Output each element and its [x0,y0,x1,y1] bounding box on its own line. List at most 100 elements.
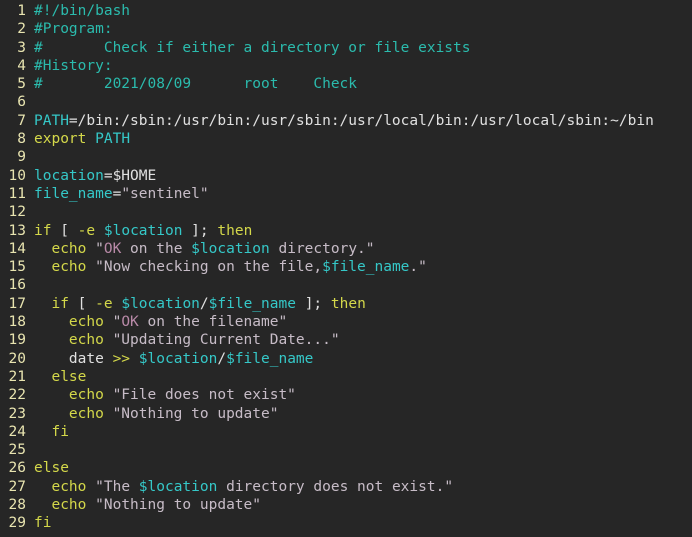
code-line[interactable]: 3 # Check if either a directory or file e… [0,39,692,57]
code-line-content[interactable]: echo "OK on the $location directory." [26,240,692,258]
code-line[interactable]: 15 echo "Now checking on the file,$file_… [0,258,692,276]
code-line[interactable]: 1 #!/bin/bash [0,2,692,20]
code-line-content[interactable]: echo "The $location directory does not e… [26,478,692,496]
code-line[interactable]: 5 # 2021/08/09 root Check [0,75,692,93]
code-line-content[interactable]: file_name="sentinel" [26,185,692,203]
line-number: 18 [8,314,26,331]
code-token: # 2021/08/09 root Check [34,76,358,93]
line-number: 3 [17,39,26,56]
code-line[interactable]: 26 else [0,459,692,477]
code-line-content[interactable]: echo "OK on the filename" [26,313,692,331]
code-line-content[interactable] [26,203,692,221]
code-token: OK [121,314,139,331]
code-line-content[interactable]: export PATH [26,130,692,148]
code-line-content[interactable] [26,93,692,111]
code-lines-container[interactable]: 1 #!/bin/bash 2 #Program: 3 # Check if either… [0,2,692,533]
code-line-content[interactable]: date >> $location/$file_name [26,350,692,368]
code-line-content[interactable]: echo "File does not exist" [26,386,692,404]
code-line[interactable]: 14 echo "OK on the $location directory." [0,240,692,258]
code-line-content[interactable]: #History: [26,57,692,75]
line-number: 12 [8,204,26,221]
line-number: 14 [8,240,26,257]
code-line-content[interactable]: #Program: [26,20,692,38]
line-number: 17 [8,295,26,312]
code-line-content[interactable]: if [ -e $location/$file_name ]; then [26,295,692,313]
code-line[interactable]: 19 echo "Updating Current Date..." [0,331,692,349]
code-token: " [112,314,122,331]
code-token: ]; [295,295,331,312]
code-line-content[interactable] [26,441,692,459]
code-line-content[interactable]: fi [26,423,692,441]
code-line[interactable]: 9 [0,148,692,166]
code-line-content[interactable] [26,276,692,294]
code-token: [ [51,222,78,239]
line-number: 23 [8,405,26,422]
code-line-content[interactable]: location=$HOME [26,167,692,185]
code-line[interactable]: 11 file_name="sentinel" [0,185,692,203]
code-line[interactable]: 16 [0,276,692,294]
code-line[interactable]: 28 echo "Nothing to update" [0,496,692,514]
code-line-content[interactable]: fi [26,514,692,532]
line-number: 22 [8,387,26,404]
line-number: 11 [8,185,26,202]
code-line[interactable]: 8 export PATH [0,130,692,148]
code-line[interactable]: 2 #Program: [0,20,692,38]
code-line-content[interactable]: else [26,459,692,477]
code-token: directory." [269,240,375,257]
line-number: 7 [17,112,26,129]
code-line-content[interactable]: # 2021/08/09 root Check [26,75,692,93]
code-line[interactable]: 12 [0,203,692,221]
code-token: $location [103,222,183,239]
code-line[interactable]: 7 PATH=/bin:/sbin:/usr/bin:/usr/sbin:/usr… [0,112,692,130]
code-line-content[interactable]: echo "Now checking on the file,$file_nam… [26,258,692,276]
code-token: echo [68,332,104,349]
code-line[interactable]: 22 echo "File does not exist" [0,386,692,404]
code-token: [ [68,295,96,312]
code-token: "sentinel" [121,185,209,202]
code-token: echo [68,314,104,331]
code-line-content[interactable]: #!/bin/bash [26,2,692,20]
code-line[interactable]: 13 if [ -e $location ]; then [0,222,692,240]
code-token: "The [95,478,139,495]
code-line[interactable]: 27 echo "The $location directory does no… [0,478,692,496]
code-token: $file_name [226,350,314,367]
code-token: =$HOME [103,167,157,184]
code-line-content[interactable]: # Check if either a directory or file ex… [26,39,692,57]
line-number: 2 [17,21,26,38]
line-number: 21 [8,368,26,385]
code-line-content[interactable] [26,148,692,166]
code-editor[interactable]: 1 #!/bin/bash 2 #Program: 3 # Check if either… [0,0,692,537]
code-line[interactable]: 24 fi [0,423,692,441]
code-line-content[interactable]: PATH=/bin:/sbin:/usr/bin:/usr/sbin:/usr/… [26,112,692,130]
code-line-content[interactable]: else [26,368,692,386]
code-token: echo [68,387,104,404]
code-line-content[interactable]: echo "Updating Current Date..." [26,331,692,349]
code-token: export [34,131,87,148]
code-token: =/bin:/sbin:/usr/bin:/usr/sbin:/usr/loca… [68,112,654,129]
code-line-content[interactable]: if [ -e $location ]; then [26,222,692,240]
line-number: 1 [17,3,26,19]
code-line[interactable]: 25 [0,441,692,459]
code-line[interactable]: 10 location=$HOME [0,167,692,185]
code-line[interactable]: 18 echo "OK on the filename" [0,313,692,331]
code-line[interactable]: 23 echo "Nothing to update" [0,405,692,423]
code-line[interactable]: 20 date >> $location/$file_name [0,350,692,368]
line-number: 9 [17,149,26,166]
code-line[interactable]: 4 #History: [0,57,692,75]
code-line[interactable]: 29 fi [0,514,692,532]
code-line-content[interactable]: echo "Nothing to update" [26,496,692,514]
code-line[interactable]: 21 else [0,368,692,386]
code-line-content[interactable]: echo "Nothing to update" [26,405,692,423]
code-line[interactable]: 17 if [ -e $location/$file_name ]; then [0,295,692,313]
code-token: $file_name [208,295,296,312]
code-line[interactable]: 6 [0,93,692,111]
